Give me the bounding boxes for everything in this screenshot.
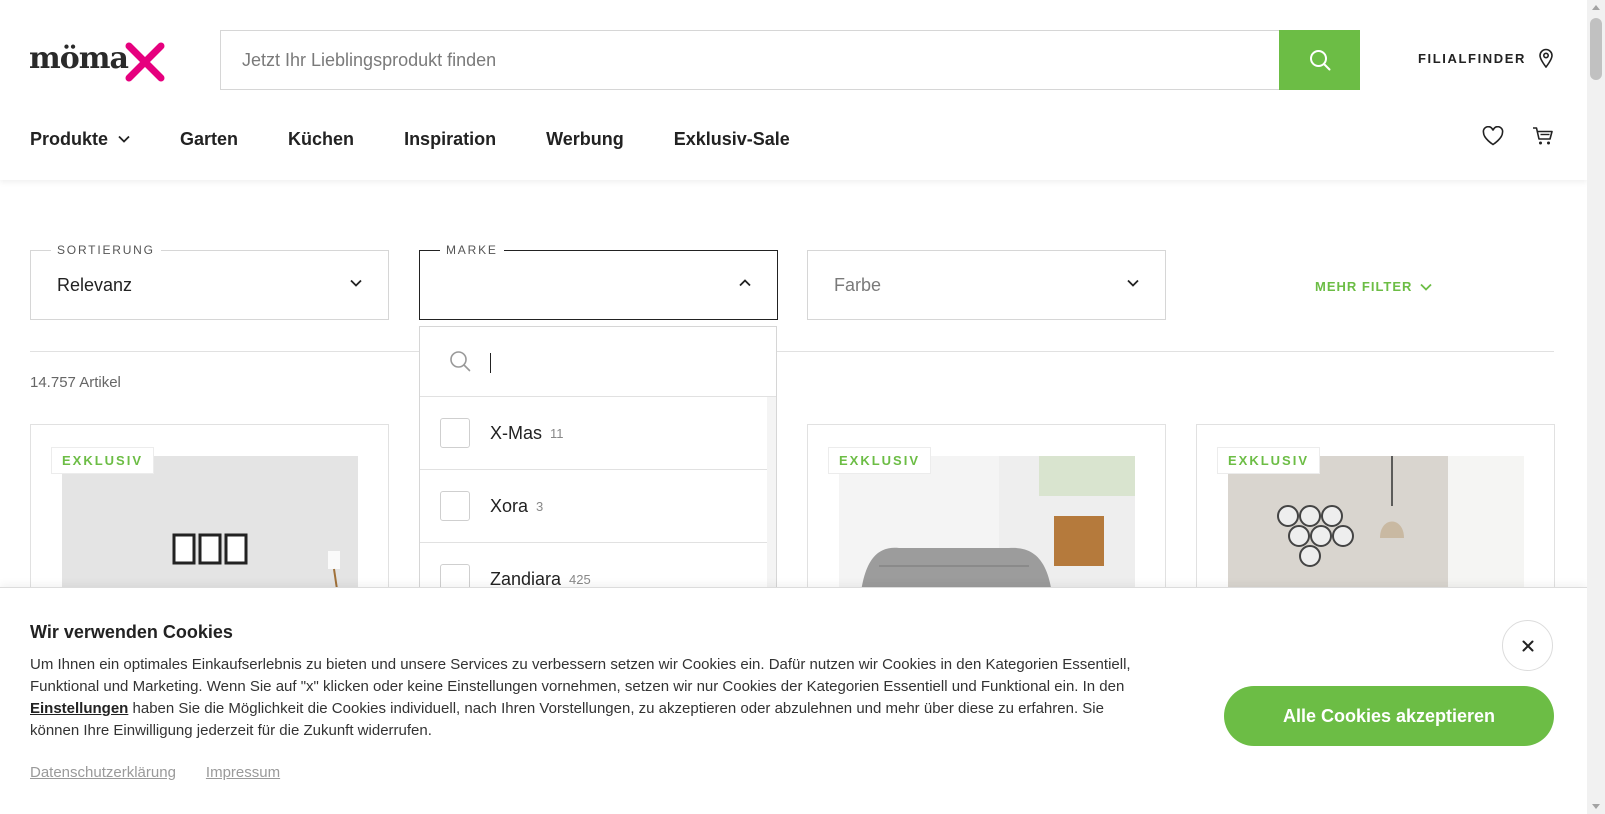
header-icons [1482,126,1554,146]
page-scrollbar[interactable] [1587,0,1605,814]
logo-wordmark: möma [29,41,129,76]
brand-legend: MARKE [440,243,504,257]
result-count: 14.757 Artikel [30,374,121,391]
cookie-title: Wir verwenden Cookies [30,622,233,642]
logo-x-mark [125,42,165,82]
filialfinder-label: FILIALFINDER [1418,50,1527,66]
nav-item-werbung[interactable]: Werbung [546,126,624,152]
moemax-logo[interactable]: möma [29,40,165,84]
color-placeholder: Farbe [834,275,882,295]
search-bar [220,30,1360,90]
sort-legend: SORTIERUNG [51,243,161,257]
exclusive-badge: EXKLUSIV [828,447,932,474]
exclusive-badge: EXKLUSIV [1217,447,1321,474]
cookie-text: Um Ihnen ein optimales Einkaufserlebnis … [30,654,1150,742]
brand-option-count: 11 [550,425,564,441]
chevron-down-icon [1127,279,1139,287]
brand-search[interactable] [420,327,776,397]
scroll-down-arrow[interactable] [1592,804,1600,809]
brand-option[interactable]: Xora 3 [420,470,768,543]
chevron-down-icon [350,279,362,287]
brand-option[interactable]: X-Mas 11 [420,397,768,470]
cookie-footer-links: Datenschutzerklärung Impressum [30,764,280,781]
location-pin-icon [1539,48,1553,68]
brand-option-label: Xora [490,495,529,516]
heart-icon[interactable] [1482,126,1504,146]
nav-item-kuechen[interactable]: Küchen [288,126,354,152]
more-filters-button[interactable]: MEHR FILTER [1315,279,1433,294]
brand-dropdown: X-Mas 11 Xora 3 Zandiara 425 [419,326,777,616]
search-button[interactable] [1279,30,1360,90]
sort-value: Relevanz [57,275,133,295]
checkbox[interactable] [440,418,470,448]
filter-divider [30,351,1554,352]
nav-item-label: Küchen [288,128,355,149]
nav-item-label: Werbung [546,128,624,149]
close-icon [1522,640,1533,651]
site-header: möma FILIALFINDER Produkte Garten Küchen… [0,0,1587,180]
chevron-up-icon [739,279,751,287]
privacy-link[interactable]: Datenschutzerklärung [30,764,176,781]
nav-item-garten[interactable]: Garten [180,126,238,152]
scroll-up-arrow[interactable] [1592,5,1600,10]
chevron-down-icon [1420,283,1433,291]
exclusive-badge: EXKLUSIV [51,447,155,474]
filialfinder-link[interactable]: FILIALFINDER [1418,47,1554,69]
nav-item-label: Inspiration [404,128,497,149]
brand-option-label: X-Mas [490,422,543,443]
brand-option-count: 3 [536,498,544,514]
nav-item-label: Garten [180,128,239,149]
search-icon [450,351,471,372]
cookie-text-part: Um Ihnen ein optimales Einkaufserlebnis … [30,656,1131,695]
sort-select[interactable]: SORTIERUNG Relevanz [30,243,389,320]
imprint-link[interactable]: Impressum [206,764,280,781]
cookie-close-button[interactable] [1502,620,1553,671]
chevron-down-icon [118,135,130,143]
cookie-text-part: haben Sie die Möglichkeit die Cookies in… [30,700,1104,739]
nav-item-label: Produkte [30,128,109,149]
checkbox[interactable] [440,491,470,521]
nav-item-label: Exklusiv-Sale [673,128,790,149]
accept-all-cookies-button[interactable]: Alle Cookies akzeptieren [1224,686,1554,746]
dropdown-scrollbar[interactable] [767,397,776,597]
brand-option-count: 425 [569,571,591,587]
main-nav: Produkte Garten Küchen Inspiration Werbu… [30,126,790,152]
cart-icon[interactable] [1532,126,1554,146]
brand-select[interactable]: MARKE [419,243,778,320]
nav-item-inspiration[interactable]: Inspiration [404,126,496,152]
search-icon [1309,50,1330,71]
nav-item-produkte[interactable]: Produkte [30,126,130,152]
search-input[interactable] [221,31,1279,89]
text-cursor [490,353,491,373]
brand-list: X-Mas 11 Xora 3 Zandiara 425 [420,397,768,616]
cookie-settings-link[interactable]: Einstellungen [30,700,128,717]
color-select[interactable]: Farbe [807,250,1166,320]
more-filters-label: MEHR FILTER [1315,279,1413,294]
nav-item-exklusiv-sale[interactable]: Exklusiv-Sale [674,126,790,152]
scroll-thumb[interactable] [1590,18,1602,80]
